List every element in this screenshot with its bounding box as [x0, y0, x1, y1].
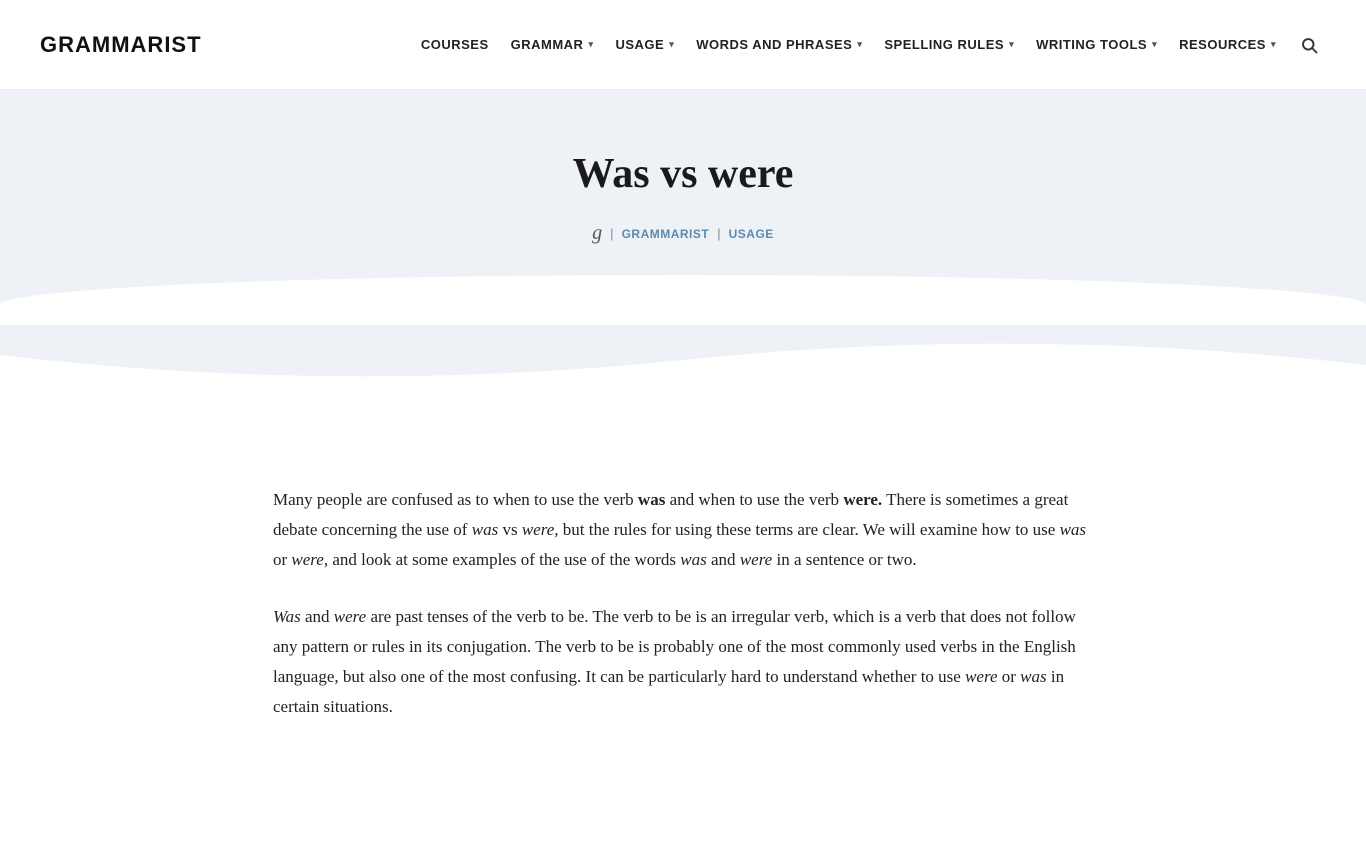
chevron-down-icon: ▾: [1152, 39, 1157, 50]
nav-item-words-and-phrases[interactable]: WORDS AND PHRASES ▾: [686, 29, 872, 60]
category-link[interactable]: USAGE: [729, 227, 774, 241]
were-italic-3: were: [740, 550, 772, 569]
nav-label-0: COURSES: [421, 37, 489, 52]
search-button[interactable]: [1292, 28, 1326, 62]
chevron-down-icon: ▾: [1009, 39, 1014, 50]
article-title: Was vs were: [20, 150, 1346, 198]
article-body: Many people are confused as to when to u…: [233, 425, 1133, 789]
grammarist-g-icon: g: [592, 222, 602, 245]
nav-item-grammar[interactable]: GRAMMAR ▾: [501, 29, 604, 60]
nav-label-3: WORDS AND PHRASES: [696, 37, 852, 52]
main-nav: COURSESGRAMMAR▾USAGE▾WORDS AND PHRASES▾S…: [411, 28, 1326, 62]
was-italic-3: was: [680, 550, 706, 569]
nav-label-6: RESOURCES: [1179, 37, 1266, 52]
was-italic-p2: Was: [273, 607, 301, 626]
was-bold-1: was: [638, 490, 665, 509]
site-logo[interactable]: GRAMMARIST: [40, 32, 202, 58]
meta-separator-1: |: [610, 226, 613, 241]
wave-svg: [0, 325, 1366, 395]
hero-section: Was vs were g | GRAMMARIST | USAGE: [0, 90, 1366, 325]
were-italic-1: were,: [522, 520, 559, 539]
nav-label-4: SPELLING RULES: [884, 37, 1004, 52]
were-italic-p2: were: [334, 607, 366, 626]
article-meta: g | GRAMMARIST | USAGE: [20, 222, 1346, 245]
chevron-down-icon: ▾: [588, 39, 593, 50]
paragraph-2: Was and were are past tenses of the verb…: [273, 602, 1093, 721]
nav-item-writing-tools[interactable]: WRITING TOOLS ▾: [1026, 29, 1167, 60]
paragraph-1: Many people are confused as to when to u…: [273, 485, 1093, 574]
nav-label-2: USAGE: [615, 37, 664, 52]
were-italic-p2-end: were: [965, 667, 997, 686]
nav-item-usage[interactable]: USAGE ▾: [605, 29, 684, 60]
wave-divider: [0, 325, 1366, 395]
nav-label-1: GRAMMAR: [511, 37, 584, 52]
site-header: GRAMMARIST COURSESGRAMMAR▾USAGE▾WORDS AN…: [0, 0, 1366, 90]
were-italic-2: were,: [291, 550, 328, 569]
meta-separator-2: |: [717, 226, 720, 241]
author-link[interactable]: GRAMMARIST: [622, 227, 710, 241]
main-content: Many people are confused as to when to u…: [0, 395, 1366, 849]
nav-item-courses[interactable]: COURSES: [411, 29, 499, 60]
chevron-down-icon: ▾: [857, 39, 862, 50]
search-icon: [1300, 36, 1318, 54]
was-italic-p2-end: was: [1020, 667, 1046, 686]
nav-item-resources[interactable]: RESOURCES ▾: [1169, 29, 1286, 60]
nav-item-spelling-rules[interactable]: SPELLING RULES ▾: [874, 29, 1024, 60]
chevron-down-icon: ▾: [1271, 39, 1276, 50]
was-italic-1: was: [472, 520, 498, 539]
were-bold-1: were.: [843, 490, 882, 509]
was-italic-2: was: [1060, 520, 1086, 539]
nav-label-5: WRITING TOOLS: [1036, 37, 1147, 52]
chevron-down-icon: ▾: [669, 39, 674, 50]
